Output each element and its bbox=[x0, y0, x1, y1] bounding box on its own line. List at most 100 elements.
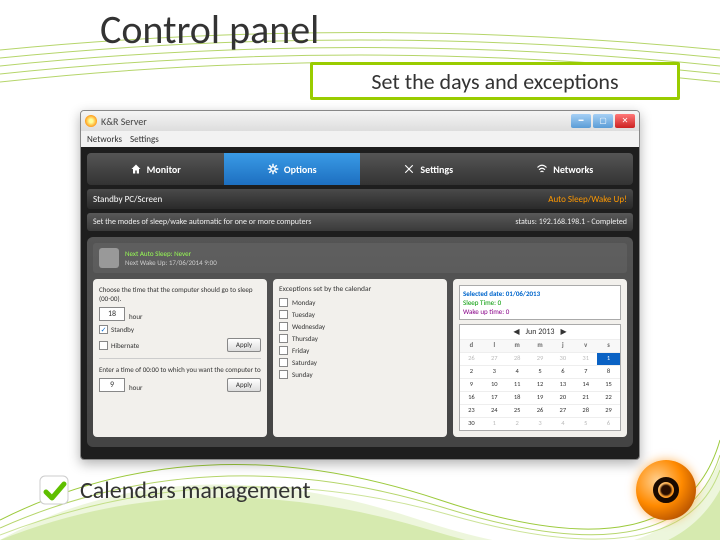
menu-settings[interactable]: Settings bbox=[130, 134, 159, 145]
footer-text: Calendars management bbox=[80, 476, 311, 505]
cal-day[interactable]: 28 bbox=[574, 404, 597, 417]
cal-day[interactable]: 2 bbox=[460, 365, 483, 378]
cal-day[interactable]: 6 bbox=[551, 365, 574, 378]
cal-day[interactable]: 19 bbox=[529, 391, 552, 404]
clock-icon bbox=[99, 248, 119, 268]
day-checkbox[interactable] bbox=[279, 322, 288, 331]
cal-day[interactable]: 26 bbox=[529, 404, 552, 417]
cal-day[interactable]: 12 bbox=[529, 378, 552, 391]
minimize-button[interactable]: ━ bbox=[571, 114, 591, 128]
cal-day-off[interactable]: 30 bbox=[551, 352, 574, 365]
day-label: Monday bbox=[292, 298, 315, 307]
day-checkbox[interactable] bbox=[279, 310, 288, 319]
cal-day[interactable]: 13 bbox=[551, 378, 574, 391]
subtitle-text: Set the days and exceptions bbox=[371, 68, 618, 95]
hibernate-checkbox[interactable] bbox=[99, 341, 108, 350]
cal-day[interactable]: 16 bbox=[460, 391, 483, 404]
tab-monitor[interactable]: Monitor bbox=[87, 153, 224, 185]
cal-day-off[interactable]: 28 bbox=[506, 352, 529, 365]
cal-day[interactable]: 22 bbox=[597, 391, 620, 404]
tab-settings[interactable]: Settings bbox=[360, 153, 497, 185]
cal-dow: v bbox=[574, 339, 597, 352]
exceptions-title: Exceptions set by the calendar bbox=[279, 285, 441, 294]
cal-day[interactable]: 20 bbox=[551, 391, 574, 404]
cal-day-off[interactable]: 2 bbox=[506, 417, 529, 430]
day-row: Friday bbox=[279, 346, 441, 355]
day-checkbox[interactable] bbox=[279, 346, 288, 355]
cal-day[interactable]: 21 bbox=[574, 391, 597, 404]
day-label: Sunday bbox=[292, 370, 313, 379]
brand-orb bbox=[636, 460, 696, 520]
subtab-autosleep[interactable]: Auto Sleep/Wake Up! bbox=[548, 194, 627, 205]
next-sleep-text: Next Auto Sleep: Never bbox=[125, 249, 217, 258]
cal-day-off[interactable]: 29 bbox=[529, 352, 552, 365]
cal-day[interactable]: 8 bbox=[597, 365, 620, 378]
cal-day[interactable]: 15 bbox=[597, 378, 620, 391]
day-row: Monday bbox=[279, 298, 441, 307]
close-button[interactable]: ✕ bbox=[615, 114, 635, 128]
cog-icon bbox=[267, 163, 279, 175]
day-label: Friday bbox=[292, 346, 309, 355]
cal-day[interactable]: 18 bbox=[506, 391, 529, 404]
cal-day-off[interactable]: 5 bbox=[574, 417, 597, 430]
app-icon bbox=[85, 115, 97, 127]
cal-day-off[interactable]: 27 bbox=[483, 352, 506, 365]
cal-day[interactable]: 27 bbox=[551, 404, 574, 417]
cal-day-off[interactable]: 26 bbox=[460, 352, 483, 365]
cal-day[interactable]: 10 bbox=[483, 378, 506, 391]
day-checkbox[interactable] bbox=[279, 370, 288, 379]
titlebar[interactable]: K&R Server ━ ▢ ✕ bbox=[81, 111, 639, 131]
tools-icon bbox=[403, 163, 415, 175]
day-row: Saturday bbox=[279, 358, 441, 367]
day-checkbox[interactable] bbox=[279, 358, 288, 367]
day-label: Wednesday bbox=[292, 322, 325, 331]
choose-label: Choose the time that the computer should… bbox=[99, 285, 261, 303]
cal-day[interactable]: 9 bbox=[460, 378, 483, 391]
maximize-button[interactable]: ▢ bbox=[593, 114, 613, 128]
cal-day[interactable]: 30 bbox=[460, 417, 483, 430]
apply-sleep-button[interactable]: Apply bbox=[227, 338, 261, 352]
day-checkbox[interactable] bbox=[279, 298, 288, 307]
calendar: ◀ Jun 2013 ▶ dlmmjvs26272829303112345678… bbox=[459, 324, 621, 431]
cal-dow: j bbox=[551, 339, 574, 352]
tab-options[interactable]: Options bbox=[224, 153, 361, 185]
cal-day[interactable]: 25 bbox=[506, 404, 529, 417]
description-bar: Set the modes of sleep/wake automatic fo… bbox=[87, 213, 633, 231]
tab-monitor-label: Monitor bbox=[147, 163, 181, 176]
cal-day-off[interactable]: 31 bbox=[574, 352, 597, 365]
cal-day-off[interactable]: 1 bbox=[483, 417, 506, 430]
cal-day[interactable]: 7 bbox=[574, 365, 597, 378]
cal-day-off[interactable]: 4 bbox=[551, 417, 574, 430]
cal-day[interactable]: 11 bbox=[506, 378, 529, 391]
standby-checkbox[interactable]: ✓ bbox=[99, 325, 108, 334]
cal-next-button[interactable]: ▶ bbox=[560, 327, 566, 337]
tab-networks[interactable]: Networks bbox=[497, 153, 634, 185]
cal-day[interactable]: 5 bbox=[529, 365, 552, 378]
cal-day-off[interactable]: 6 bbox=[597, 417, 620, 430]
window-title: K&R Server bbox=[101, 115, 569, 128]
hour-label: hour bbox=[129, 312, 143, 321]
day-checkbox[interactable] bbox=[279, 334, 288, 343]
cal-day[interactable]: 1 bbox=[597, 352, 620, 365]
menu-networks[interactable]: Networks bbox=[87, 134, 122, 145]
app-window: K&R Server ━ ▢ ✕ Networks Settings Monit… bbox=[80, 110, 640, 460]
cal-day[interactable]: 17 bbox=[483, 391, 506, 404]
cal-prev-button[interactable]: ◀ bbox=[513, 327, 519, 337]
status-text: status: 192.168.198.1 - Completed bbox=[515, 217, 627, 227]
cal-day[interactable]: 23 bbox=[460, 404, 483, 417]
cal-day-off[interactable]: 3 bbox=[529, 417, 552, 430]
cal-day[interactable]: 4 bbox=[506, 365, 529, 378]
cal-day[interactable]: 29 bbox=[597, 404, 620, 417]
day-label: Saturday bbox=[292, 358, 317, 367]
sleep-hour-input[interactable]: 18 bbox=[99, 307, 125, 321]
menubar: Networks Settings bbox=[81, 131, 639, 147]
cal-dow: d bbox=[460, 339, 483, 352]
subtab-standby[interactable]: Standby PC/Screen bbox=[93, 194, 162, 205]
cal-day[interactable]: 3 bbox=[483, 365, 506, 378]
subtitle-box: Set the days and exceptions bbox=[310, 62, 680, 100]
apply-wake-button[interactable]: Apply bbox=[227, 378, 261, 392]
cal-dow: l bbox=[483, 339, 506, 352]
cal-day[interactable]: 14 bbox=[574, 378, 597, 391]
wake-hour-input[interactable]: 9 bbox=[99, 378, 125, 392]
cal-day[interactable]: 24 bbox=[483, 404, 506, 417]
